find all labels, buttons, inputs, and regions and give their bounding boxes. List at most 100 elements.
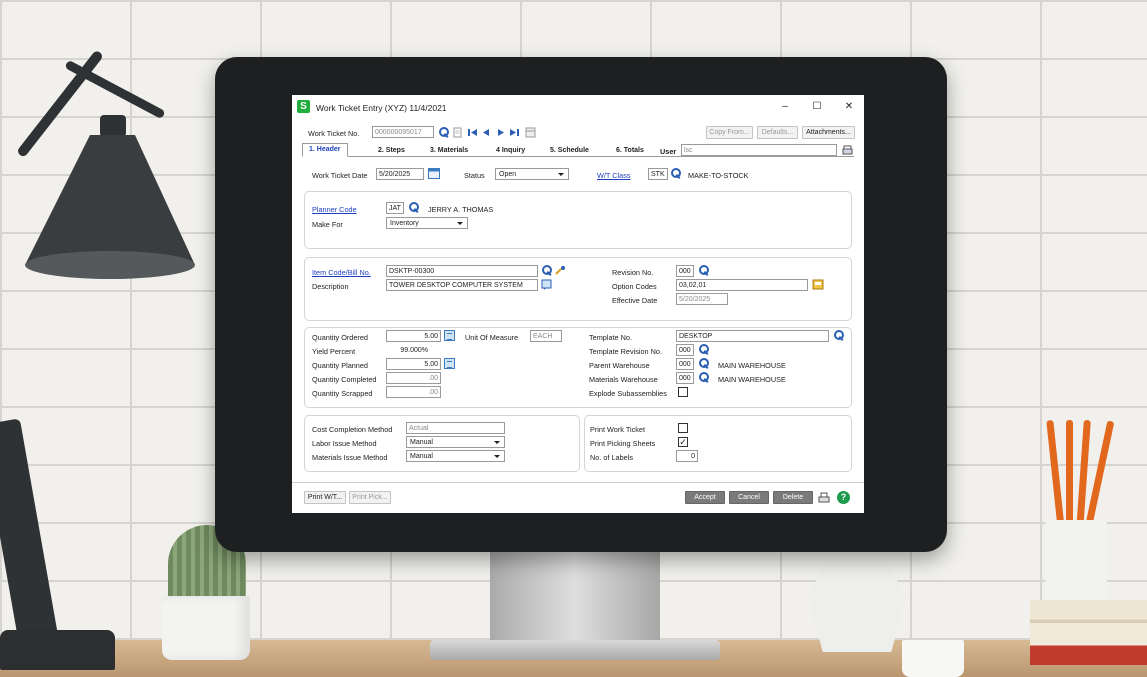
lookup-icon[interactable] bbox=[698, 265, 709, 276]
lookup-icon[interactable] bbox=[541, 265, 552, 276]
item-hyperlink-icon[interactable] bbox=[555, 265, 566, 276]
tab-steps[interactable]: 2. Steps bbox=[378, 147, 405, 154]
wt-class-link[interactable]: W/T Class bbox=[597, 171, 631, 180]
yield-percent-value[interactable]: 99.000% bbox=[386, 344, 431, 356]
quantity-scrapped-label: Quantity Scrapped bbox=[312, 389, 373, 398]
parent-warehouse-description: MAIN WAREHOUSE bbox=[718, 361, 786, 370]
status-select[interactable]: Open bbox=[495, 168, 569, 180]
revision-input[interactable]: 000 bbox=[676, 265, 694, 277]
parent-warehouse-label: Parent Warehouse bbox=[589, 361, 650, 370]
monitor-foot bbox=[430, 640, 720, 660]
copy-from-button[interactable]: Copy From... bbox=[706, 126, 753, 139]
template-no-input[interactable]: DESKTOP bbox=[676, 330, 829, 342]
print-pick-button[interactable]: Print Pick... bbox=[349, 491, 391, 504]
planner-code-link[interactable]: Planner Code bbox=[312, 205, 357, 214]
lookup-icon[interactable] bbox=[698, 358, 709, 369]
option-codes-label: Option Codes bbox=[612, 282, 657, 291]
lookup-icon[interactable] bbox=[698, 372, 709, 383]
first-record-icon[interactable] bbox=[467, 127, 478, 138]
lookup-icon[interactable] bbox=[438, 127, 449, 138]
explode-subassemblies-checkbox[interactable] bbox=[678, 387, 688, 397]
labor-issue-label: Labor Issue Method bbox=[312, 439, 377, 448]
tab-totals[interactable]: 6. Totals bbox=[616, 147, 644, 154]
labor-issue-select[interactable]: Manual bbox=[406, 436, 505, 448]
tab-inquiry[interactable]: 4 Inquiry bbox=[496, 147, 525, 154]
app-logo-icon: S bbox=[297, 100, 310, 113]
cost-completion-label: Cost Completion Method bbox=[312, 425, 393, 434]
item-code-link[interactable]: Item Code/Bill No. bbox=[312, 268, 371, 277]
effective-date-input[interactable]: 5/20/2025 bbox=[676, 293, 728, 305]
tab-materials[interactable]: 3. Materials bbox=[430, 147, 468, 154]
calculator-icon[interactable] bbox=[444, 358, 455, 369]
printer-icon[interactable] bbox=[818, 492, 830, 504]
make-for-select[interactable]: Inventory bbox=[386, 217, 468, 229]
ticket-no-label: Work Ticket No. bbox=[308, 129, 360, 138]
ticket-no-input[interactable]: 000000095017 bbox=[372, 126, 434, 138]
option-codes-input[interactable]: 03,02,01 bbox=[676, 279, 808, 291]
quantity-ordered-input[interactable]: 5.00 bbox=[386, 330, 441, 342]
plant-pot bbox=[162, 596, 250, 660]
previous-record-icon[interactable] bbox=[481, 127, 492, 138]
cost-completion-input[interactable]: Actual bbox=[406, 422, 505, 434]
minimize-button[interactable]: – bbox=[776, 100, 794, 114]
quantity-planned-input[interactable]: 5.00 bbox=[386, 358, 441, 370]
wt-class-description: MAKE-TO-STOCK bbox=[688, 171, 749, 180]
options-icon[interactable] bbox=[812, 279, 824, 290]
description-input[interactable]: TOWER DESKTOP COMPUTER SYSTEM bbox=[386, 279, 538, 291]
print-work-ticket-checkbox[interactable] bbox=[678, 423, 688, 433]
materials-warehouse-input[interactable]: 000 bbox=[676, 372, 694, 384]
print-picking-checkbox[interactable]: ✓ bbox=[678, 437, 688, 447]
pencil bbox=[1066, 420, 1073, 530]
materials-issue-select[interactable]: Manual bbox=[406, 450, 505, 462]
labels-input[interactable]: 0 bbox=[676, 450, 698, 462]
title-bar: S Work Ticket Entry (XYZ) 11/4/2021 – ☐ … bbox=[292, 95, 864, 120]
delete-button[interactable]: Delete bbox=[773, 491, 813, 504]
calendar-icon[interactable] bbox=[525, 127, 536, 138]
cancel-button[interactable]: Cancel bbox=[729, 491, 769, 504]
lookup-icon[interactable] bbox=[670, 168, 681, 179]
print-work-ticket-label: Print Work Ticket bbox=[590, 425, 646, 434]
materials-warehouse-label: Materials Warehouse bbox=[589, 375, 658, 384]
attachments-button[interactable]: Attachments... bbox=[802, 126, 855, 139]
tab-schedule[interactable]: 5. Schedule bbox=[550, 147, 589, 154]
calendar-icon[interactable] bbox=[428, 168, 440, 179]
template-revision-input[interactable]: 000 bbox=[676, 344, 694, 356]
monitor-stand bbox=[490, 548, 660, 648]
lookup-icon[interactable] bbox=[698, 344, 709, 355]
quantity-completed-input[interactable]: .00 bbox=[386, 372, 441, 384]
extended-description-icon[interactable] bbox=[541, 279, 552, 290]
tab-header[interactable]: 1. Header bbox=[302, 143, 348, 157]
work-ticket-date-input[interactable]: 5/20/2025 bbox=[376, 168, 424, 180]
vase bbox=[808, 560, 906, 652]
wt-class-input[interactable]: STK bbox=[648, 168, 668, 180]
document-icon[interactable] bbox=[452, 127, 463, 138]
planner-name: JERRY A. THOMAS bbox=[428, 205, 494, 214]
uom-input[interactable]: EACH bbox=[530, 330, 562, 342]
coffee-cup bbox=[902, 640, 964, 677]
print-wt-button[interactable]: Print W/T... bbox=[304, 491, 346, 504]
help-icon[interactable]: ? bbox=[837, 491, 850, 504]
accept-button[interactable]: Accept bbox=[685, 491, 725, 504]
work-ticket-date-label: Work Ticket Date bbox=[312, 171, 368, 180]
defaults-button[interactable]: Defaults... bbox=[757, 126, 798, 139]
materials-issue-label: Materials Issue Method bbox=[312, 453, 388, 462]
close-button[interactable]: ✕ bbox=[840, 100, 858, 114]
printer-settings-icon[interactable] bbox=[842, 145, 853, 156]
item-code-input[interactable]: DSKTP-00300 bbox=[386, 265, 538, 277]
user-label: User bbox=[660, 147, 677, 156]
user-input[interactable]: lsc bbox=[681, 144, 837, 156]
next-record-icon[interactable] bbox=[495, 127, 506, 138]
last-record-icon[interactable] bbox=[509, 127, 520, 138]
quantity-scrapped-input[interactable]: .00 bbox=[386, 386, 441, 398]
parent-warehouse-input[interactable]: 000 bbox=[676, 358, 694, 370]
lamp-shade bbox=[25, 115, 195, 279]
calculator-icon[interactable] bbox=[444, 330, 455, 341]
planner-code-input[interactable]: JAT bbox=[386, 202, 404, 214]
lookup-icon[interactable] bbox=[833, 330, 844, 341]
quantity-completed-label: Quantity Completed bbox=[312, 375, 377, 384]
template-no-label: Template No. bbox=[589, 333, 632, 342]
description-label: Description bbox=[312, 282, 349, 291]
window-title: Work Ticket Entry (XYZ) 11/4/2021 bbox=[316, 103, 447, 113]
maximize-button[interactable]: ☐ bbox=[808, 100, 826, 114]
lookup-icon[interactable] bbox=[408, 202, 419, 213]
